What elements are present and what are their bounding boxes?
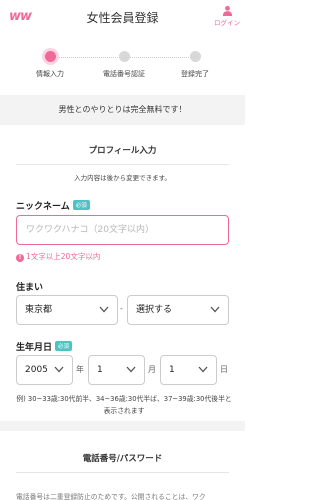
alert-icon: !	[16, 254, 24, 262]
birth-year-value: 2005	[25, 365, 48, 375]
step-label: 情報入力	[36, 70, 64, 78]
birth-day-value: 1	[169, 365, 175, 375]
birth-month-value: 1	[97, 365, 103, 375]
chevron-down-icon	[198, 366, 208, 373]
required-badge: 必須	[72, 200, 90, 210]
registration-stepper: 情報入力 電話番号認証 登録完了	[0, 44, 245, 84]
day-unit: 日	[220, 365, 228, 374]
step-label: 電話番号認証	[103, 70, 145, 78]
person-icon	[222, 5, 232, 16]
app-header: ww 女性会員登録 ログイン	[0, 0, 245, 34]
prefecture-value: 東京都	[25, 305, 53, 315]
step-info-input: 情報入力	[10, 51, 90, 79]
nickname-label: ニックネーム 必須	[16, 199, 90, 212]
step-dot	[189, 51, 201, 62]
free-banner: 男性とのやりとりは完全無料です！	[0, 95, 245, 125]
step-registration-complete: 登録完了	[155, 51, 235, 79]
step-dot	[118, 51, 130, 62]
year-unit: 年	[76, 365, 84, 374]
required-badge: 必須	[55, 341, 73, 351]
login-button[interactable]: ログイン	[214, 5, 240, 27]
chevron-down-icon	[210, 306, 220, 313]
chevron-down-icon	[99, 306, 109, 313]
birthdate-label-text: 生年月日	[16, 343, 53, 353]
step-label: 登録完了	[181, 70, 209, 78]
prefecture-select[interactable]: 東京都	[16, 295, 118, 325]
nickname-error: ! 1文字以上20文字以内	[16, 251, 100, 262]
birth-day-select[interactable]: 1	[160, 355, 217, 385]
residence-label: 住まい	[16, 283, 44, 293]
residence-separator: -	[120, 304, 123, 313]
page-title: 女性会員登録	[86, 11, 159, 25]
month-unit: 月	[148, 365, 156, 374]
step-phone-verification: 電話番号認証	[84, 51, 164, 79]
nickname-label-text: ニックネーム	[16, 202, 70, 212]
phone-section-note: 電話番号は二重登録防止のためです。公開されることは、ワク	[16, 493, 206, 500]
step-dot-active	[44, 51, 56, 62]
city-select[interactable]: 選択する	[127, 295, 229, 325]
nickname-input[interactable]	[16, 215, 229, 245]
profile-section-title: プロフィール入力	[16, 144, 229, 165]
birth-month-select[interactable]: 1	[88, 355, 145, 385]
phone-section-title: 電話番号/パスワード	[16, 452, 229, 473]
birth-year-select[interactable]: 2005	[16, 355, 73, 385]
age-display-note: 例) 30~33歳:30代前半、34~36歳:30代半ば、37~39歳:30代後…	[16, 395, 232, 415]
city-value: 選択する	[136, 305, 173, 315]
login-label: ログイン	[214, 19, 240, 27]
nickname-error-text: 1文字以上20文字以内	[26, 252, 101, 261]
profile-note: 入力内容は後から変更できます。	[74, 174, 171, 182]
section-divider	[0, 421, 245, 431]
chevron-down-icon	[126, 366, 136, 373]
chevron-down-icon	[54, 366, 64, 373]
birthdate-label: 生年月日 必須	[16, 340, 73, 353]
